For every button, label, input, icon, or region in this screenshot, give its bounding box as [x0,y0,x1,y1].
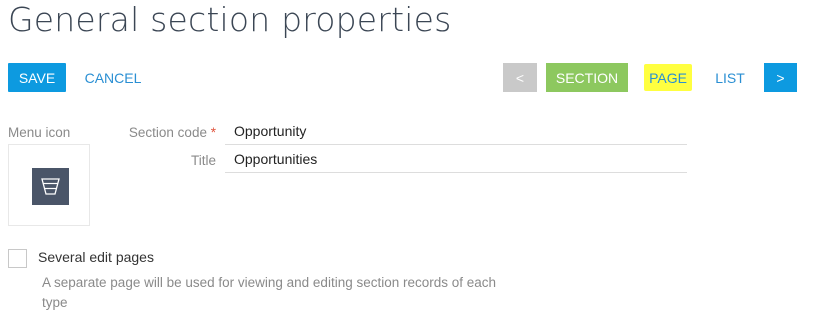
step-section-button[interactable]: SECTION [546,63,628,92]
several-edit-pages-checkbox[interactable] [8,249,27,268]
title-field[interactable]: Opportunities [225,146,687,173]
title-label: Title [190,153,216,168]
step-list-button[interactable]: LIST [712,63,748,92]
section-code-label-text: Section code [128,125,207,140]
page-title: General section properties [8,0,452,39]
save-button[interactable]: SAVE [8,63,66,92]
cancel-button[interactable]: CANCEL [80,63,146,92]
menu-icon-picker[interactable] [8,144,90,226]
several-edit-pages-label[interactable]: Several edit pages [38,249,154,265]
previous-step-button[interactable]: < [503,63,537,92]
menu-icon-label: Menu icon [8,125,71,140]
next-step-button[interactable]: > [764,63,797,92]
step-page-button[interactable]: PAGE [644,64,692,91]
funnel-icon [32,168,69,205]
several-edit-pages-hint: A separate page will be used for viewing… [42,275,497,310]
section-code-value: Opportunity [234,123,307,139]
section-code-field[interactable]: Opportunity [225,118,687,145]
section-properties-page: General section properties SAVE CANCEL <… [0,0,837,318]
title-value: Opportunities [234,151,318,167]
required-marker: * [210,125,216,140]
section-code-label: Section code * [124,125,216,140]
